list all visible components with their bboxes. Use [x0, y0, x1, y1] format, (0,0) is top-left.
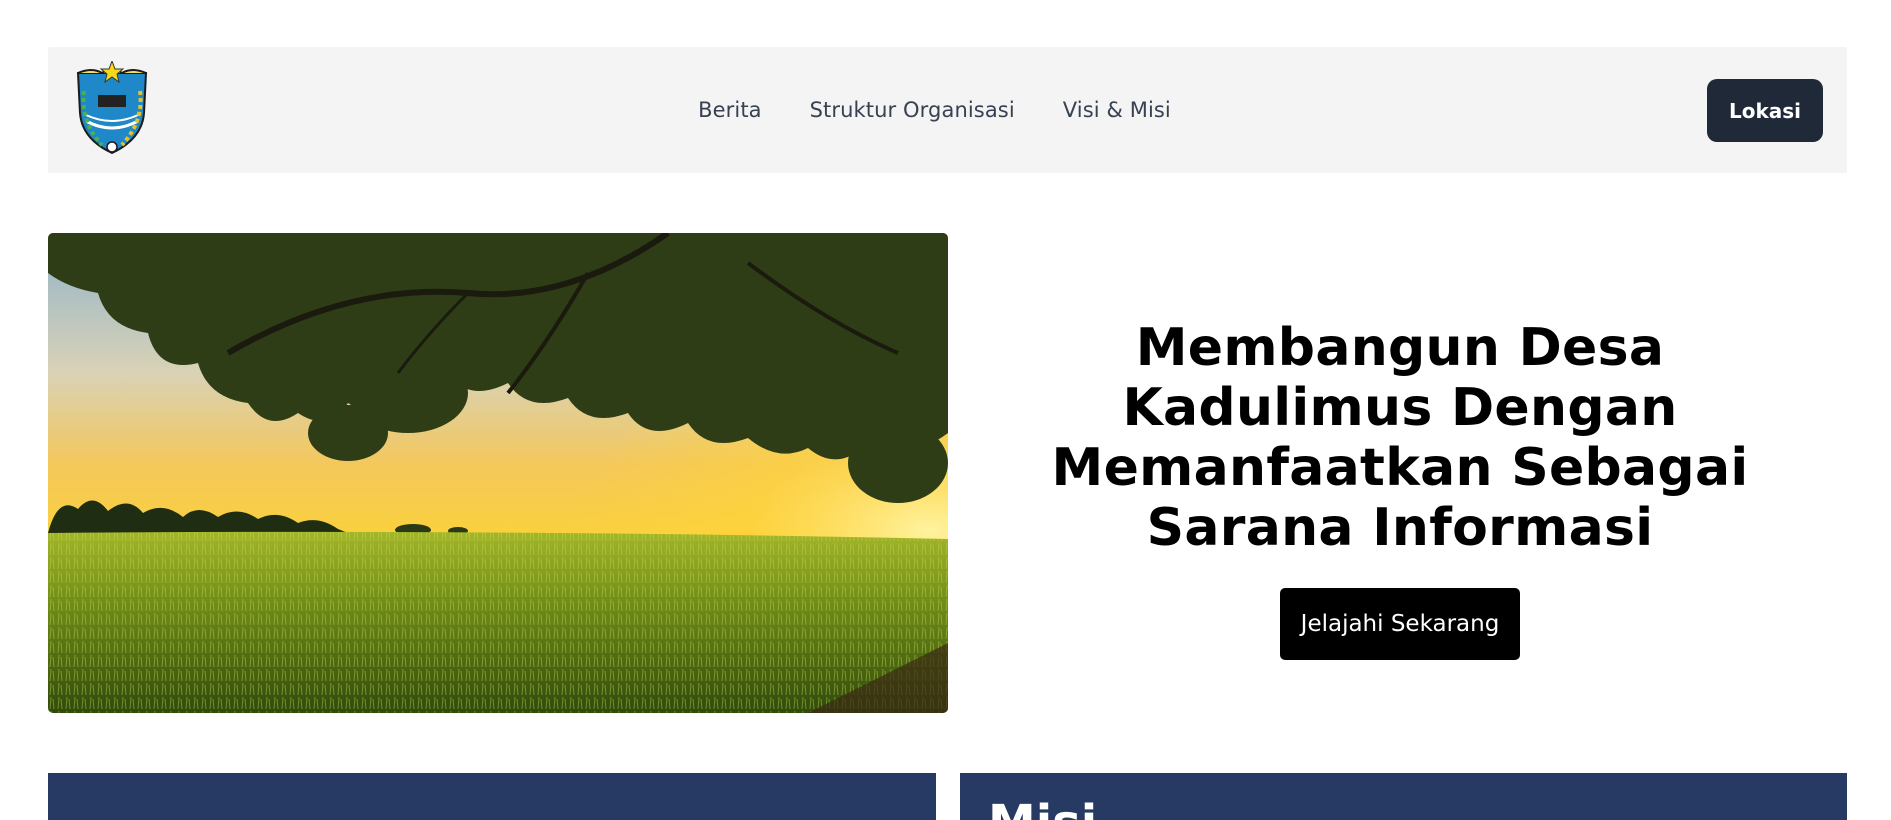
misi-panel-title: Misi: [988, 795, 1097, 820]
navbar: Berita Struktur Organisasi Visi & Misi L…: [48, 47, 1847, 173]
misi-panel: Misi: [960, 773, 1847, 820]
nav-link-visi-misi[interactable]: Visi & Misi: [1063, 98, 1171, 122]
hero-title: Membangun Desa Kadulimus Dengan Memanfaa…: [1051, 318, 1749, 558]
main-nav: Berita Struktur Organisasi Visi & Misi: [48, 47, 1847, 173]
hero-image: [48, 233, 948, 713]
visi-panel: [48, 773, 936, 820]
nav-link-struktur-organisasi[interactable]: Struktur Organisasi: [810, 98, 1015, 122]
location-button[interactable]: Lokasi: [1707, 79, 1823, 142]
explore-now-button[interactable]: Jelajahi Sekarang: [1280, 588, 1520, 660]
grassland-sunset-tree-photo: [48, 233, 948, 713]
nav-link-berita[interactable]: Berita: [698, 98, 762, 122]
hero-section: Membangun Desa Kadulimus Dengan Memanfaa…: [980, 318, 1820, 660]
